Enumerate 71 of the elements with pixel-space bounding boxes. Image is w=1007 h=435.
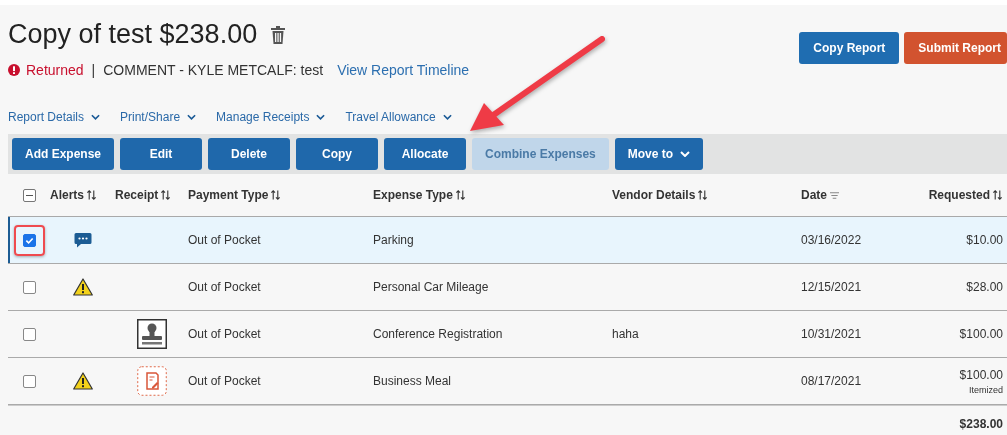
table-row[interactable]: Out of Pocket Parking 03/16/2022 $10.00	[8, 217, 1007, 264]
timeline-link[interactable]: View Report Timeline	[337, 62, 470, 78]
table-cell: Personal Car Mileage	[373, 280, 489, 294]
receipt-icon[interactable]	[136, 366, 167, 396]
table-cell: haha	[612, 327, 639, 341]
alert-icon	[8, 64, 20, 76]
table-cell: $100.00	[959, 367, 1003, 382]
table-cell: Out of Pocket	[188, 327, 261, 341]
trash-icon[interactable]	[271, 25, 286, 44]
table-cell: Parking	[373, 233, 414, 247]
table-cell: 12/15/2021	[801, 280, 862, 294]
itemized-note: Itemized	[969, 384, 1003, 395]
table-cell: $10.00	[966, 233, 1003, 247]
comment-text: COMMENT - KYLE METCALF: test	[103, 62, 324, 78]
column-header[interactable]: Alerts	[50, 188, 97, 202]
status-text: Returned	[26, 62, 84, 78]
table-cell: 08/17/2021	[801, 374, 862, 388]
column-header[interactable]: Requested	[928, 188, 1003, 202]
toolbar-button[interactable]: Edit	[120, 138, 203, 170]
row-checkbox[interactable]	[22, 374, 36, 388]
total-amount: $238.00	[959, 417, 1003, 431]
column-header[interactable]: Expense Type	[373, 188, 466, 202]
sort-icon[interactable]	[160, 189, 172, 201]
menu-dropdown[interactable]: Travel Allowance	[345, 110, 452, 124]
column-header[interactable]: Payment Type	[188, 188, 282, 202]
sort-icon[interactable]	[697, 189, 709, 201]
toolbar-button[interactable]: Allocate	[384, 138, 467, 170]
comment-icon[interactable]	[73, 232, 92, 248]
table-cell: 03/16/2022	[801, 233, 862, 247]
row-checkbox[interactable]	[22, 280, 36, 294]
row-checkbox[interactable]	[22, 233, 36, 247]
table-cell: $28.00	[966, 280, 1003, 294]
column-header[interactable]: Date	[801, 188, 840, 202]
sorted-icon[interactable]	[829, 190, 840, 200]
table-row[interactable]: Out of Pocket Personal Car Mileage 12/15/2021 $28.00	[8, 264, 1007, 311]
toolbar-button[interactable]: Move to	[614, 138, 704, 170]
chevron-down-icon	[91, 114, 101, 120]
sort-icon[interactable]	[992, 189, 1003, 201]
select-all-checkbox[interactable]	[22, 188, 36, 202]
table-cell: $100.00	[959, 327, 1003, 341]
table-cell: Business Meal	[373, 374, 452, 388]
table-cell: Conference Registration	[373, 327, 503, 341]
toolbar-button[interactable]: Copy	[296, 138, 379, 170]
toolbar-button[interactable]: Add Expense	[12, 138, 115, 170]
chevron-down-icon	[442, 114, 452, 120]
row-checkbox[interactable]	[22, 327, 36, 341]
table-cell: Out of Pocket	[188, 374, 261, 388]
chevron-down-icon	[187, 114, 197, 120]
table-cell: 10/31/2021	[801, 327, 862, 341]
table-row[interactable]: Out of Pocket Business Meal 08/17/2021 $100.00 Itemized	[8, 358, 1007, 405]
table-cell: Out of Pocket	[188, 280, 261, 294]
sort-icon[interactable]	[86, 189, 97, 201]
menu-dropdown[interactable]: Manage Receipts	[216, 110, 326, 124]
menu-dropdown[interactable]: Print/Share	[120, 110, 197, 124]
warning-icon[interactable]	[72, 372, 93, 390]
header-button[interactable]: Submit Report	[904, 32, 1007, 64]
column-header[interactable]: Receipt	[115, 188, 172, 202]
toolbar-button[interactable]: Delete	[208, 138, 291, 170]
report-title: Copy of test $238.00	[8, 19, 258, 50]
table-cell: Out of Pocket	[188, 233, 261, 247]
table-row[interactable]: Out of Pocket Conference Registration haha 10/31/2021 $100.00	[8, 311, 1007, 358]
sort-icon[interactable]	[270, 189, 282, 201]
stamp-icon[interactable]	[136, 319, 167, 349]
sort-icon[interactable]	[454, 189, 466, 201]
menu-dropdown[interactable]: Report Details	[8, 110, 101, 124]
header-button[interactable]: Copy Report	[799, 32, 900, 64]
column-header[interactable]: Vendor Details	[612, 188, 709, 202]
separator-text: |	[91, 62, 96, 78]
chevron-down-icon	[680, 151, 691, 157]
chevron-down-icon	[316, 114, 326, 120]
warning-icon[interactable]	[72, 278, 93, 296]
